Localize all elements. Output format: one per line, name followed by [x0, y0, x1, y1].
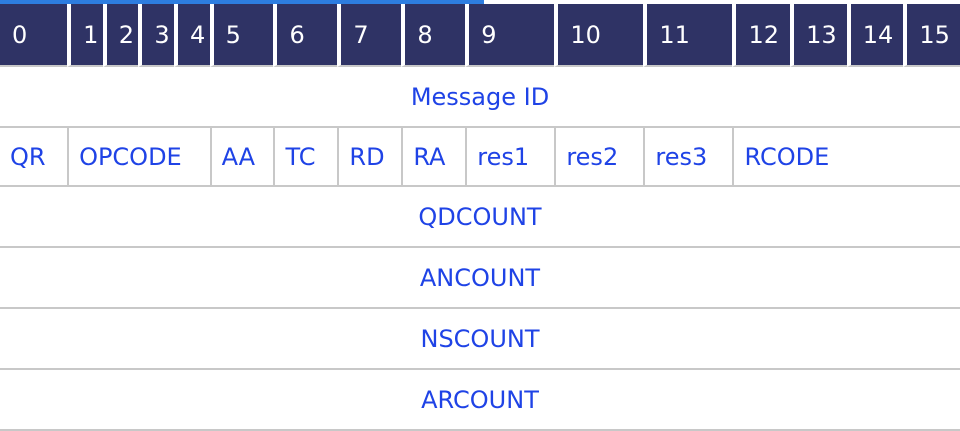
res2-field: res2 [554, 128, 644, 187]
message-id-row: Message ID [0, 67, 960, 128]
dns-header-diagram: 0 1 2 3 4 5 6 7 8 9 10 11 12 13 14 15 Me… [0, 4, 960, 431]
bit-position-cell: 6 [273, 4, 338, 67]
bit-position-row: 0 1 2 3 4 5 6 7 8 9 10 11 12 13 14 15 [0, 4, 960, 67]
bit-position-cell: 5 [209, 4, 274, 67]
nscount-row: NSCOUNT [0, 309, 960, 370]
message-id-field: Message ID [0, 67, 960, 128]
bit-position-cell: 13 [790, 4, 847, 67]
bit-position-cell: 0 [0, 4, 68, 67]
qdcount-row: QDCOUNT [0, 187, 960, 248]
bit-position-cell: 1 [67, 4, 103, 67]
qdcount-field: QDCOUNT [0, 187, 960, 248]
res1-field: res1 [465, 128, 555, 187]
bit-position-cell: 4 [173, 4, 210, 67]
aa-flag-field: AA [209, 128, 274, 187]
bit-position-cell: 11 [643, 4, 733, 67]
nscount-field: NSCOUNT [0, 309, 960, 370]
opcode-field: OPCODE [67, 128, 210, 187]
qr-flag-field: QR [0, 128, 68, 187]
ra-flag-field: RA [401, 128, 466, 187]
bit-position-cell: 8 [401, 4, 466, 67]
rcode-field: RCODE [732, 128, 960, 187]
bit-position-cell: 10 [554, 4, 644, 67]
bit-position-cell: 7 [337, 4, 402, 67]
tc-flag-field: TC [273, 128, 338, 187]
ancount-row: ANCOUNT [0, 248, 960, 309]
bit-position-cell: 9 [465, 4, 555, 67]
rd-flag-field: RD [337, 128, 402, 187]
bit-position-cell: 2 [102, 4, 139, 67]
bit-position-cell: 12 [732, 4, 791, 67]
arcount-field: ARCOUNT [0, 370, 960, 431]
bit-position-cell: 3 [138, 4, 174, 67]
ancount-field: ANCOUNT [0, 248, 960, 309]
bit-position-cell: 14 [846, 4, 904, 67]
arcount-row: ARCOUNT [0, 370, 960, 431]
res3-field: res3 [643, 128, 733, 187]
flags-row: QR OPCODE AA TC RD RA res1 res2 res3 RCO… [0, 128, 960, 187]
bit-position-cell: 15 [903, 4, 960, 67]
